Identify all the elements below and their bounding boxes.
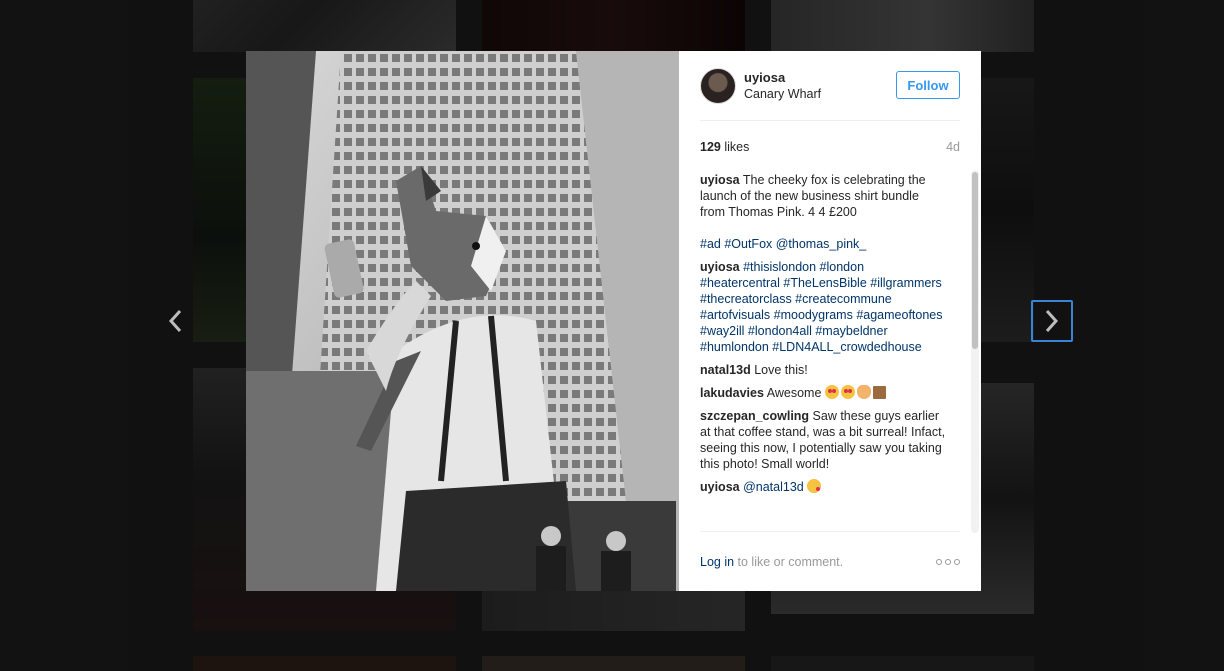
comment-author[interactable]: uyiosa <box>700 480 740 494</box>
comment: #ad #OutFox @thomas_pink_ <box>700 236 946 252</box>
chevron-right-icon <box>1045 309 1059 333</box>
comment-mention[interactable]: @natal13d <box>743 480 804 494</box>
post-photo[interactable] <box>246 51 679 591</box>
post-footer: Log in to like or comment. <box>700 531 960 591</box>
login-link[interactable]: Log in <box>700 555 734 569</box>
comment-text: Love this! <box>754 363 808 377</box>
avatar[interactable] <box>700 67 736 104</box>
likes-count[interactable]: 129 likes <box>700 140 749 154</box>
comment: natal13d Love this! <box>700 362 946 378</box>
likes-number: 129 <box>700 140 721 154</box>
post-modal: uyiosa Canary Wharf Follow 129 likes 4d … <box>246 51 981 591</box>
heart-eyes-emoji-icon <box>824 385 839 399</box>
comments-list[interactable]: uyiosa The cheeky fox is celebrating the… <box>700 172 960 531</box>
comment-author[interactable]: uyiosa <box>700 173 740 187</box>
heart-eyes-emoji-icon <box>840 385 855 399</box>
comment: uyiosa #thisislondon #london #heatercent… <box>700 259 946 355</box>
likes-row: 129 likes 4d <box>700 121 960 173</box>
login-prompt: Log in to like or comment. <box>700 555 843 569</box>
skin-tone-emoji-icon <box>872 386 886 399</box>
follow-button[interactable]: Follow <box>896 71 960 99</box>
next-post-button[interactable] <box>1031 300 1073 342</box>
likes-word: likes <box>724 140 750 154</box>
post-sidebar: uyiosa Canary Wharf Follow 129 likes 4d … <box>679 51 981 591</box>
login-prompt-text: to like or comment. <box>734 554 844 569</box>
comments-scrollbar[interactable] <box>971 170 979 533</box>
scrollbar-thumb[interactable] <box>972 172 978 349</box>
comment-author[interactable]: szczepan_cowling <box>700 409 809 423</box>
post-age[interactable]: 4d <box>946 140 960 154</box>
post-location[interactable]: Canary Wharf <box>744 86 821 102</box>
user-meta: uyiosa Canary Wharf <box>744 70 821 102</box>
kiss-emoji-icon <box>807 479 822 493</box>
fox-mask-photo <box>246 51 679 591</box>
comment-text: Awesome <box>766 386 822 400</box>
post-header: uyiosa Canary Wharf Follow <box>700 51 960 121</box>
comment: uyiosa @natal13d <box>700 479 946 495</box>
comment-tags[interactable]: #ad #OutFox @thomas_pink_ <box>700 237 866 251</box>
comment-author[interactable]: natal13d <box>700 363 751 377</box>
more-options-icon[interactable] <box>936 558 960 565</box>
comment-author[interactable]: lakudavies <box>700 386 764 400</box>
post-username[interactable]: uyiosa <box>744 70 821 86</box>
ok-hand-emoji-icon <box>856 385 871 399</box>
comment: szczepan_cowling Saw these guys earlier … <box>700 408 946 472</box>
comment: uyiosa The cheeky fox is celebrating the… <box>700 172 946 220</box>
comment: lakudavies Awesome <box>700 385 946 401</box>
comment-author[interactable]: uyiosa <box>700 260 740 274</box>
previous-post-button[interactable] <box>154 300 196 342</box>
chevron-left-icon <box>168 309 182 333</box>
comment-tags[interactable]: #thisislondon #london #heatercentral #Th… <box>700 260 943 354</box>
